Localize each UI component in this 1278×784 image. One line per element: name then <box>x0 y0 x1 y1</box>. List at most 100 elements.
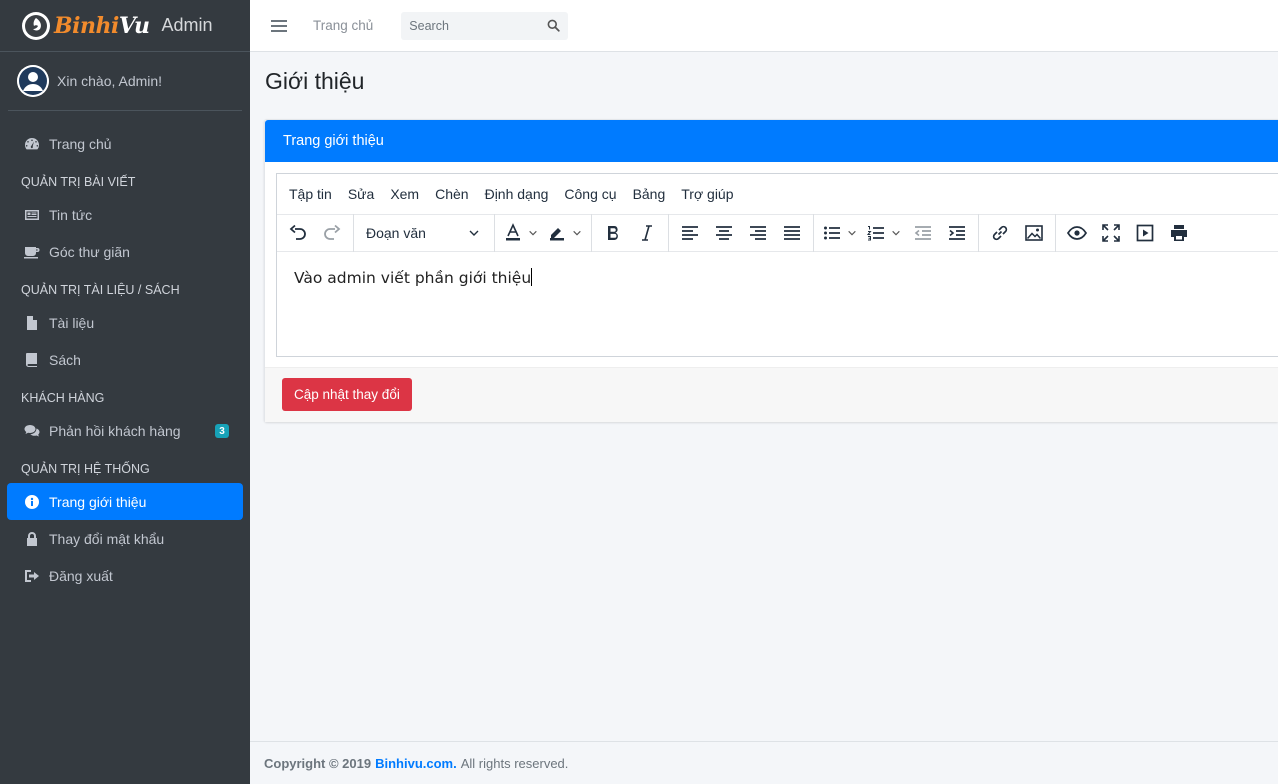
redo-icon[interactable] <box>315 216 349 250</box>
numbered-list-dropdown-icon[interactable] <box>890 216 902 250</box>
sidebar-item-label: Sách <box>49 351 81 368</box>
search-form <box>401 11 569 40</box>
link-icon[interactable] <box>983 216 1017 250</box>
menu-tools[interactable]: Công cụ <box>556 186 624 202</box>
preview-icon[interactable] <box>1060 216 1094 250</box>
brand-name: BinhiVu <box>54 12 150 39</box>
card-footer: Cập nhật thay đổi <box>265 367 1278 422</box>
menu-insert[interactable]: Chèn <box>427 186 476 202</box>
menu-table[interactable]: Bảng <box>625 186 674 202</box>
align-group <box>669 214 814 252</box>
text-color-dropdown-icon[interactable] <box>527 216 539 250</box>
info-icon <box>23 493 40 510</box>
sidebar-item-relax[interactable]: Góc thư giãn <box>7 233 243 270</box>
book-icon <box>23 351 40 368</box>
menu-edit[interactable]: Sửa <box>340 186 383 202</box>
editor-content[interactable]: Vào admin viết phần giới thiệu <box>277 252 1278 303</box>
highlight-color-icon[interactable] <box>543 216 571 250</box>
sidebar-item-documents[interactable]: Tài liệu <box>7 304 243 341</box>
image-icon[interactable] <box>1017 216 1051 250</box>
search-icon[interactable] <box>547 19 560 32</box>
feedback-count-badge: 3 <box>215 424 229 438</box>
sign-out-icon <box>23 567 40 584</box>
comments-icon <box>23 422 40 439</box>
menu-toggle-icon[interactable] <box>271 19 287 32</box>
sidebar-item-label: Góc thư giãn <box>49 243 130 260</box>
sidebar-item-home[interactable]: Trang chủ <box>7 125 243 162</box>
view-group <box>1056 214 1200 252</box>
section-header-documents: QUẢN TRỊ TÀI LIỆU / SÁCH <box>21 283 180 297</box>
block-format-value: Đoạn văn <box>366 225 426 241</box>
section-header-posts: QUẢN TRỊ BÀI VIẾT <box>21 175 136 189</box>
text-cursor <box>531 268 533 286</box>
about-card: Trang giới thiệu Tập tin Sửa Xem Chèn Đị… <box>264 119 1278 422</box>
align-justify-icon[interactable] <box>775 216 809 250</box>
avatar <box>17 65 49 97</box>
dashboard-icon <box>23 135 40 152</box>
menu-help[interactable]: Trợ giúp <box>673 186 741 202</box>
sidebar-item-news[interactable]: Tin tức <box>7 196 243 233</box>
style-group <box>592 214 669 252</box>
editor-text: Vào admin viết phần giới thiệu <box>294 269 532 287</box>
format-group: Đoạn văn <box>354 214 495 252</box>
bullet-list-dropdown-icon[interactable] <box>846 216 858 250</box>
user-greeting: Xin chào, Admin! <box>57 73 163 89</box>
align-right-icon[interactable] <box>741 216 775 250</box>
media-icon[interactable] <box>1128 216 1162 250</box>
card-title: Trang giới thiệu <box>265 120 1278 162</box>
menu-view[interactable]: Xem <box>382 186 427 202</box>
editor-menubar: Tập tin Sửa Xem Chèn Định dạng Công cụ B… <box>277 174 1278 214</box>
text-color-icon[interactable] <box>499 216 527 250</box>
newspaper-icon <box>23 206 40 223</box>
sidebar-item-about[interactable]: Trang giới thiệu <box>7 483 243 520</box>
highlight-color-dropdown-icon[interactable] <box>571 216 583 250</box>
sidebar-item-label: Phản hồi khách hàng <box>49 422 181 439</box>
page-title: Giới thiệu <box>265 68 365 94</box>
insert-group <box>979 214 1056 252</box>
indent-icon[interactable] <box>940 216 974 250</box>
sidebar-item-label: Trang chủ <box>49 135 112 152</box>
numbered-list-icon[interactable] <box>862 216 890 250</box>
brand-admin-label: Admin <box>161 15 213 35</box>
rich-text-editor: Tập tin Sửa Xem Chèn Định dạng Công cụ B… <box>276 173 1278 357</box>
brand-link[interactable]: BinhiVu Admin <box>0 0 250 52</box>
brand-logo-icon <box>22 11 50 40</box>
menu-format[interactable]: Định dạng <box>477 186 557 202</box>
footer-site-link[interactable]: Binhivu.com. <box>375 756 457 771</box>
color-group <box>495 214 592 252</box>
coffee-icon <box>23 243 40 260</box>
editor-toolbar: Đoạn văn <box>277 214 1278 252</box>
footer-copyright: Copyright © 2019 <box>264 755 372 771</box>
sidebar-item-label: Trang giới thiệu <box>49 493 147 510</box>
menu-file[interactable]: Tập tin <box>281 186 340 202</box>
save-changes-button[interactable]: Cập nhật thay đổi <box>282 378 412 411</box>
chevron-down-icon <box>469 230 479 236</box>
sidebar-item-books[interactable]: Sách <box>7 341 243 378</box>
sidebar-item-label: Thay đổi mật khẩu <box>49 530 165 547</box>
sidebar-item-label: Đăng xuất <box>49 567 113 584</box>
section-header-customers: KHÁCH HÀNG <box>21 391 105 405</box>
sidebar-item-feedback[interactable]: Phản hồi khách hàng 3 <box>7 412 243 449</box>
sidebar: BinhiVu Admin Xin chào, Admin! Trang chủ… <box>0 0 250 784</box>
top-navbar: Trang chủ <box>250 0 1278 52</box>
bullet-list-icon[interactable] <box>818 216 846 250</box>
user-panel[interactable]: Xin chào, Admin! <box>8 52 242 111</box>
nav-link-home[interactable]: Trang chủ <box>313 18 373 33</box>
italic-icon[interactable] <box>630 216 664 250</box>
bold-icon[interactable] <box>596 216 630 250</box>
print-icon[interactable] <box>1162 216 1196 250</box>
align-center-icon[interactable] <box>707 216 741 250</box>
page-footer: Copyright © 2019 Binhivu.com. All rights… <box>250 741 1278 784</box>
history-group <box>277 214 354 252</box>
sidebar-item-change-password[interactable]: Thay đổi mật khẩu <box>7 520 243 557</box>
block-format-select[interactable]: Đoạn văn <box>358 216 490 250</box>
sidebar-nav: Trang chủ QUẢN TRỊ BÀI VIẾT Tin tức Góc … <box>0 111 250 594</box>
fullscreen-icon[interactable] <box>1094 216 1128 250</box>
undo-icon[interactable] <box>281 216 315 250</box>
footer-rights: All rights reserved. <box>460 755 569 771</box>
sidebar-item-label: Tài liệu <box>49 314 95 331</box>
search-input[interactable] <box>409 18 530 33</box>
sidebar-item-logout[interactable]: Đăng xuất <box>7 557 243 594</box>
outdent-icon[interactable] <box>906 216 940 250</box>
align-left-icon[interactable] <box>673 216 707 250</box>
